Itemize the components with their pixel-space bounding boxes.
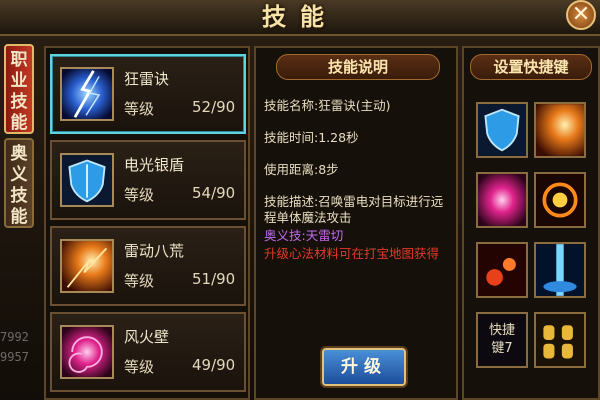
tab-ultimate-skills[interactable]: 奥 义 技 能 bbox=[4, 138, 34, 228]
hotkey-slot-3[interactable] bbox=[476, 172, 528, 228]
meteor-icon bbox=[478, 244, 526, 296]
pink-vortex-icon bbox=[60, 325, 114, 379]
fire-burst-icon bbox=[60, 239, 114, 293]
skill-desc-line: 技能描述:召唤雷电对目标进行远 bbox=[264, 194, 444, 209]
potion-bottles-icon bbox=[536, 314, 584, 366]
hotkey-slot-6[interactable] bbox=[534, 242, 586, 298]
fire-burst-icon bbox=[536, 104, 584, 156]
background-number: 7992 bbox=[0, 330, 29, 344]
skill-time-line: 技能时间:1.28秒 bbox=[264, 130, 359, 145]
skill-name: 雷动八荒 bbox=[124, 242, 185, 260]
hotkey-slot-7[interactable]: 快捷 键7 bbox=[476, 312, 528, 368]
upgrade-button[interactable]: 升级 bbox=[322, 348, 406, 386]
skill-card-kuangleijue[interactable]: 狂雷诀 等级 52/90 bbox=[50, 54, 246, 134]
hotkey-header: 设置快捷键 bbox=[470, 54, 592, 80]
description-header: 技能说明 bbox=[276, 54, 440, 80]
tab-char: 业 bbox=[10, 71, 28, 91]
skill-level: 52/90 bbox=[192, 98, 236, 116]
skill-desc-line: 程单体魔法攻击 bbox=[264, 210, 352, 225]
close-button[interactable]: ✕ bbox=[566, 0, 596, 30]
tab-char: 技 bbox=[10, 92, 28, 112]
skill-name-line: 技能名称:狂雷诀(主动) bbox=[264, 98, 391, 113]
tab-char: 职 bbox=[10, 50, 28, 70]
skill-level: 49/90 bbox=[192, 356, 236, 374]
skill-card-fenghuobi[interactable]: 风火壁 等级 49/90 bbox=[50, 312, 246, 392]
skill-card-dianguangyindun[interactable]: 电光银盾 等级 54/90 bbox=[50, 140, 246, 220]
tab-char: 技 bbox=[10, 186, 28, 206]
hotkey-slot-4[interactable] bbox=[534, 172, 586, 228]
hotkey-slot-1[interactable] bbox=[476, 102, 528, 158]
blue-shield-icon bbox=[478, 104, 526, 156]
hotkey-slot-5[interactable] bbox=[476, 242, 528, 298]
tab-char: 奥 bbox=[10, 144, 28, 164]
skill-range-line: 使用距离:8步 bbox=[264, 162, 339, 177]
skill-level: 54/90 bbox=[192, 184, 236, 202]
window-title: 技能 bbox=[262, 3, 338, 31]
fire-ring-icon bbox=[536, 174, 584, 226]
skill-level-label: 等级 bbox=[124, 186, 155, 204]
upgrade-hint-line: 升级心法材料可在打宝地图获得 bbox=[264, 246, 440, 261]
skill-name: 风火壁 bbox=[124, 328, 170, 346]
skill-level-label: 等级 bbox=[124, 272, 155, 290]
hotkey-panel: 设置快捷键 快捷 键7 bbox=[462, 46, 600, 400]
ultimate-skill-line: 奥义技:天雷切 bbox=[264, 228, 344, 243]
tab-char: 义 bbox=[10, 165, 28, 185]
light-pillar-icon bbox=[536, 244, 584, 296]
skill-level-label: 等级 bbox=[124, 100, 155, 118]
skill-name: 狂雷诀 bbox=[124, 70, 170, 88]
hotkey-slot-8[interactable] bbox=[534, 312, 586, 368]
tab-char: 能 bbox=[10, 207, 28, 227]
hotkey-label-line2: 键7 bbox=[491, 341, 513, 356]
skill-level: 51/90 bbox=[192, 270, 236, 288]
hotkey-label-line1: 快捷 bbox=[488, 323, 515, 338]
lightning-icon bbox=[60, 67, 114, 121]
blue-shield-icon bbox=[60, 153, 114, 207]
skill-list: 狂雷诀 等级 52/90 电光银盾 等级 54/90 雷动八荒 等级 51/90 bbox=[44, 46, 250, 400]
hotkey-slot-label: 快捷 键7 bbox=[478, 322, 526, 358]
skill-name: 电光银盾 bbox=[124, 156, 185, 174]
skill-card-leidongbahuang[interactable]: 雷动八荒 等级 51/90 bbox=[50, 226, 246, 306]
skill-level-label: 等级 bbox=[124, 358, 155, 376]
hotkey-slot-2[interactable] bbox=[534, 102, 586, 158]
tab-class-skills[interactable]: 职 业 技 能 bbox=[4, 44, 34, 134]
pink-vortex-icon bbox=[478, 174, 526, 226]
background-number: 9957 bbox=[0, 350, 29, 364]
skill-description-panel: 技能说明 技能名称:狂雷诀(主动) 技能时间:1.28秒 使用距离:8步 技能描… bbox=[254, 46, 458, 400]
tab-char: 能 bbox=[10, 113, 28, 133]
